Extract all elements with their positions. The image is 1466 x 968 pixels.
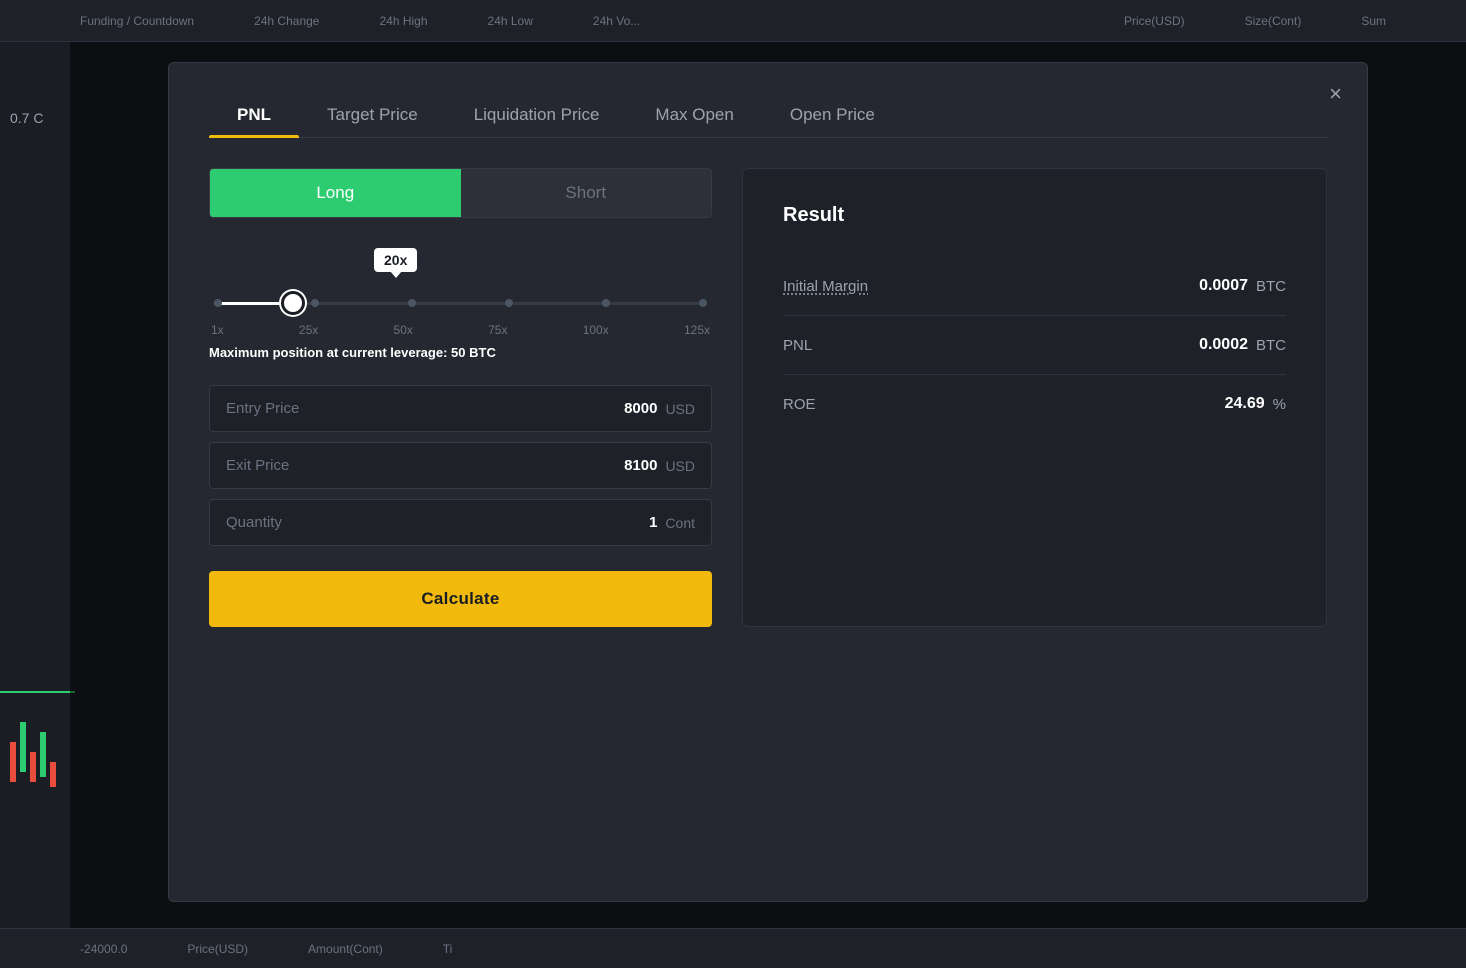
top-bar-right-item: Price(USD): [1124, 14, 1185, 28]
initial-margin-unit: BTC: [1256, 278, 1286, 295]
tick-50x: 50x: [394, 323, 413, 337]
slider-dot: [505, 299, 513, 307]
quantity-unit: Cont: [665, 515, 695, 531]
tab-navigation: PNL Target Price Liquidation Price Max O…: [209, 93, 1327, 138]
tick-100x: 100x: [583, 323, 609, 337]
bottom-bar-item: Price(USD): [187, 942, 248, 956]
slider-dot: [602, 299, 610, 307]
quantity-value: 1: [649, 514, 657, 531]
slider-dot: [699, 299, 707, 307]
tab-pnl[interactable]: PNL: [209, 93, 299, 137]
slider-dot: [408, 299, 416, 307]
calculate-button[interactable]: Calculate: [209, 571, 712, 627]
bottom-bar: -24000.0 Price(USD) Amount(Cont) Ti: [0, 928, 1466, 968]
leverage-area: 20x: [209, 248, 712, 360]
top-bar-item: 24h Vo...: [593, 14, 640, 28]
pnl-value: 0.0002: [1199, 336, 1248, 354]
top-bar-item: 24h Change: [254, 14, 319, 28]
quantity-field[interactable]: Quantity 1 Cont: [209, 499, 712, 546]
pnl-label: PNL: [783, 337, 812, 354]
max-position-unit: BTC: [469, 345, 496, 360]
left-panel: Long Short 20x: [209, 168, 712, 627]
quantity-value-group: 1 Cont: [649, 514, 695, 531]
exit-price-label: Exit Price: [226, 457, 289, 474]
slider-ticks: 1x 25x 50x 75x 100x 125x: [209, 323, 712, 337]
input-group: Entry Price 8000 USD Exit Price 8100 USD: [209, 385, 712, 546]
long-button[interactable]: Long: [210, 169, 461, 217]
leverage-label: 20x: [374, 248, 417, 272]
tick-75x: 75x: [488, 323, 507, 337]
result-row-initial-margin: Initial Margin 0.0007 BTC: [783, 257, 1286, 316]
initial-margin-value: 0.0007: [1199, 277, 1248, 295]
close-button[interactable]: ×: [1329, 83, 1342, 105]
tick-1x: 1x: [211, 323, 224, 337]
roe-value: 24.69: [1225, 395, 1265, 413]
exit-price-field[interactable]: Exit Price 8100 USD: [209, 442, 712, 489]
tab-target-price[interactable]: Target Price: [299, 93, 446, 137]
bottom-bar-item: Amount(Cont): [308, 942, 383, 956]
entry-price-label: Entry Price: [226, 400, 299, 417]
tab-open-price[interactable]: Open Price: [762, 93, 903, 137]
entry-price-value: 8000: [624, 400, 657, 417]
slider-dot: [311, 299, 319, 307]
exit-price-value-group: 8100 USD: [624, 457, 695, 474]
tick-125x: 125x: [684, 323, 710, 337]
top-bar: Funding / Countdown 24h Change 24h High …: [0, 0, 1466, 42]
modal-body: Long Short 20x: [209, 168, 1327, 627]
top-bar-right-item: Size(Cont): [1245, 14, 1302, 28]
entry-price-field[interactable]: Entry Price 8000 USD: [209, 385, 712, 432]
roe-label: ROE: [783, 396, 816, 413]
quantity-label: Quantity: [226, 514, 282, 531]
top-bar-item: 24h High: [379, 14, 427, 28]
max-position-text: Maximum position at current leverage: 50…: [209, 345, 712, 360]
roe-unit: %: [1273, 396, 1286, 413]
tick-25x: 25x: [299, 323, 318, 337]
tab-liquidation-price[interactable]: Liquidation Price: [446, 93, 628, 137]
slider-thumb[interactable]: [281, 291, 305, 315]
bottom-bar-item: -24000.0: [80, 942, 127, 956]
result-panel: Result Initial Margin 0.0007 BTC PNL 0.0…: [742, 168, 1327, 627]
left-price-indicator: 0.7 C: [10, 110, 43, 126]
tab-max-open[interactable]: Max Open: [627, 93, 761, 137]
result-row-pnl: PNL 0.0002 BTC: [783, 316, 1286, 375]
entry-price-value-group: 8000 USD: [624, 400, 695, 417]
exit-price-unit: USD: [665, 458, 695, 474]
chart-svg: [0, 42, 75, 922]
exit-price-value: 8100: [624, 457, 657, 474]
short-button[interactable]: Short: [461, 169, 712, 217]
long-short-toggle: Long Short: [209, 168, 712, 218]
result-title: Result: [783, 204, 1286, 227]
slider-dot: [214, 299, 222, 307]
bottom-bar-item: Ti: [443, 942, 453, 956]
result-row-roe: ROE 24.69 %: [783, 375, 1286, 433]
top-bar-item: Funding / Countdown: [80, 14, 194, 28]
initial-margin-label: Initial Margin: [783, 278, 868, 295]
pnl-value-group: 0.0002 BTC: [1199, 336, 1286, 354]
pnl-unit: BTC: [1256, 337, 1286, 354]
roe-value-group: 24.69 %: [1225, 395, 1286, 413]
top-bar-item: 24h Low: [488, 14, 533, 28]
modal-overlay: × PNL Target Price Liquidation Price Max…: [70, 42, 1466, 928]
max-position-value: 50: [451, 345, 465, 360]
entry-price-unit: USD: [665, 401, 695, 417]
top-bar-right-item: Sum: [1361, 14, 1386, 28]
leverage-slider[interactable]: [214, 293, 707, 313]
calculator-modal: × PNL Target Price Liquidation Price Max…: [168, 62, 1368, 902]
initial-margin-value-group: 0.0007 BTC: [1199, 277, 1286, 295]
